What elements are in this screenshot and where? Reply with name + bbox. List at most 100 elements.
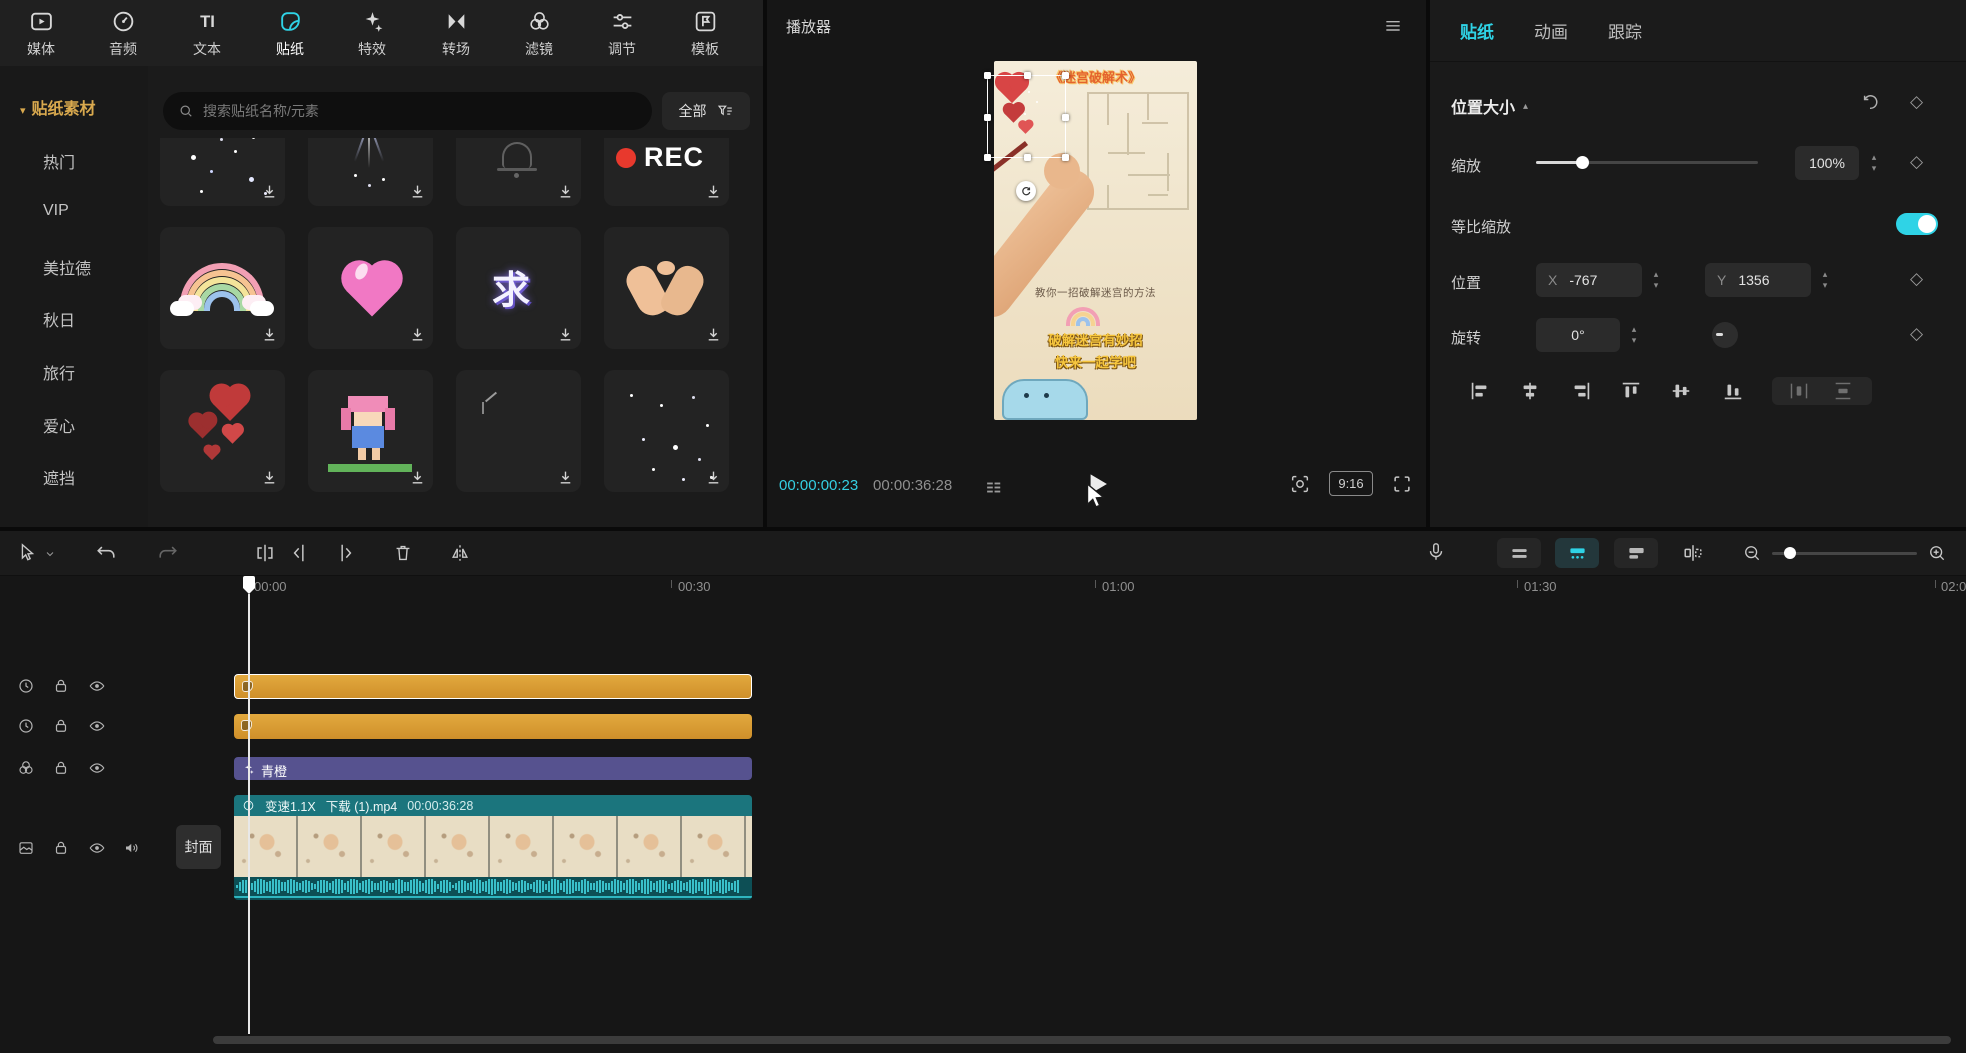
- preview-quality-icon[interactable]: [985, 479, 1002, 496]
- sticker-item-rainbow[interactable]: [160, 227, 285, 349]
- position-y-field[interactable]: Y 1356: [1705, 263, 1811, 297]
- timeline-horizontal-scrollbar[interactable]: [213, 1036, 1951, 1044]
- sticker-item-star-dots[interactable]: [604, 370, 729, 492]
- track-view-thumbnail-button[interactable]: [1555, 538, 1599, 568]
- sidebar-item-travel[interactable]: 旅行: [43, 360, 75, 384]
- player-menu-icon[interactable]: [1383, 15, 1403, 35]
- scale-stepper[interactable]: ▴▾: [1866, 146, 1882, 180]
- rotation-dial[interactable]: [1712, 322, 1738, 348]
- track-view-compact-button[interactable]: [1497, 538, 1541, 568]
- zoom-out-button[interactable]: [1742, 543, 1762, 563]
- distribute-vertical-button[interactable]: [1832, 380, 1854, 402]
- tab-animation[interactable]: 动画: [1534, 18, 1568, 43]
- select-tool-chevron-icon[interactable]: [44, 548, 56, 560]
- align-left-button[interactable]: [1469, 380, 1491, 402]
- rotation-stepper[interactable]: ▴▾: [1626, 318, 1642, 352]
- redo-button[interactable]: [157, 542, 179, 564]
- adjust-panel-button[interactable]: [1682, 542, 1704, 564]
- track2-type-icon[interactable]: [17, 717, 35, 735]
- download-icon[interactable]: [557, 183, 574, 200]
- filter-all-button[interactable]: 全部: [679, 101, 707, 121]
- align-center-vertical-button[interactable]: [1670, 380, 1692, 402]
- select-tool-button[interactable]: [16, 542, 38, 564]
- nav-media[interactable]: 媒体: [11, 9, 71, 59]
- selection-handle[interactable]: [984, 154, 991, 161]
- position-x-field[interactable]: X -767: [1536, 263, 1642, 297]
- selection-handle[interactable]: [984, 72, 991, 79]
- download-icon[interactable]: [409, 183, 426, 200]
- track4-visibility-icon[interactable]: [88, 839, 106, 857]
- sticker-item-firework[interactable]: [308, 138, 433, 206]
- trim-left-button[interactable]: [290, 542, 312, 564]
- sidebar-item-cover[interactable]: 遮挡: [43, 465, 75, 489]
- zoom-slider-knob[interactable]: [1784, 547, 1796, 559]
- nav-effects[interactable]: 特效: [342, 9, 402, 59]
- timeline-zoom-slider[interactable]: [1772, 546, 1917, 560]
- sticker-item-sparkles[interactable]: [160, 138, 285, 206]
- track4-volume-icon[interactable]: [123, 839, 141, 857]
- download-icon[interactable]: [557, 469, 574, 486]
- selection-handle[interactable]: [1024, 154, 1031, 161]
- selection-handle[interactable]: [984, 114, 991, 121]
- position-y-stepper[interactable]: ▴▾: [1817, 263, 1833, 297]
- scale-slider-knob[interactable]: [1576, 156, 1589, 169]
- track3-type-icon[interactable]: [17, 759, 35, 777]
- trim-right-button[interactable]: [333, 542, 355, 564]
- download-icon[interactable]: [705, 183, 722, 200]
- video-clip[interactable]: 变速1.1X 下载 (1).mp4 00:00:36:28: [234, 795, 752, 900]
- playhead[interactable]: [243, 576, 255, 588]
- distribute-horizontal-button[interactable]: [1788, 380, 1810, 402]
- sticker-item-faint-mark[interactable]: [456, 370, 581, 492]
- download-icon[interactable]: [705, 326, 722, 343]
- fullscreen-icon[interactable]: [1391, 473, 1413, 495]
- nav-template[interactable]: 模板: [675, 9, 735, 59]
- preview-focus-icon[interactable]: [1289, 473, 1311, 495]
- selection-handle[interactable]: [1062, 72, 1069, 79]
- nav-transition[interactable]: 转场: [426, 9, 486, 59]
- keyframe-diamond-rotation[interactable]: ◇: [1910, 325, 1923, 342]
- sidebar-item-hot[interactable]: 热门: [43, 149, 75, 173]
- sticker-item-rec[interactable]: REC: [604, 138, 729, 206]
- track1-lock-icon[interactable]: [52, 677, 70, 695]
- download-icon[interactable]: [261, 469, 278, 486]
- filter-funnel-icon[interactable]: [716, 102, 734, 120]
- keyframe-diamond-position[interactable]: ◇: [1910, 270, 1923, 287]
- align-right-button[interactable]: [1570, 380, 1592, 402]
- sticker-item-hearts-cluster[interactable]: [160, 370, 285, 492]
- nav-sticker[interactable]: 贴纸: [260, 9, 320, 59]
- rotation-value-field[interactable]: 0°: [1536, 318, 1620, 352]
- nav-adjust[interactable]: 调节: [592, 9, 652, 59]
- reset-button[interactable]: [1860, 92, 1880, 112]
- nav-filter[interactable]: 滤镜: [509, 9, 569, 59]
- track2-lock-icon[interactable]: [52, 717, 70, 735]
- rotate-handle[interactable]: [1016, 181, 1036, 201]
- download-icon[interactable]: [705, 469, 722, 486]
- sticker-item-hands[interactable]: [604, 227, 729, 349]
- download-icon[interactable]: [261, 183, 278, 200]
- record-voiceover-button[interactable]: [1425, 541, 1447, 563]
- nav-audio[interactable]: 音频: [93, 9, 153, 59]
- track3-visibility-icon[interactable]: [88, 759, 106, 777]
- track1-type-icon[interactable]: [17, 677, 35, 695]
- uniform-scale-toggle[interactable]: [1896, 213, 1938, 235]
- sidebar-item-autumn[interactable]: 秋日: [43, 307, 75, 331]
- effect-clip[interactable]: 青橙: [234, 757, 752, 780]
- tab-tracking[interactable]: 跟踪: [1608, 18, 1642, 43]
- scale-value-field[interactable]: 100%: [1795, 146, 1859, 180]
- align-bottom-button[interactable]: [1722, 380, 1744, 402]
- align-center-horizontal-button[interactable]: [1519, 380, 1541, 402]
- tab-sticker[interactable]: 贴纸: [1460, 18, 1494, 43]
- track3-lock-icon[interactable]: [52, 759, 70, 777]
- download-icon[interactable]: [557, 326, 574, 343]
- selection-handle[interactable]: [1024, 72, 1031, 79]
- track1-visibility-icon[interactable]: [88, 677, 106, 695]
- track-view-expand-button[interactable]: [1614, 538, 1658, 568]
- sticker-selection-box[interactable]: [987, 75, 1066, 158]
- mirror-button[interactable]: [449, 542, 471, 564]
- sticker-item-qiu-text[interactable]: 求: [456, 227, 581, 349]
- download-icon[interactable]: [409, 469, 426, 486]
- time-ruler[interactable]: 00:00 00:30 01:00 01:30 02:00: [0, 576, 1966, 604]
- keyframe-diamond-section[interactable]: ◇: [1910, 93, 1923, 110]
- track4-lock-icon[interactable]: [52, 839, 70, 857]
- align-top-button[interactable]: [1620, 380, 1642, 402]
